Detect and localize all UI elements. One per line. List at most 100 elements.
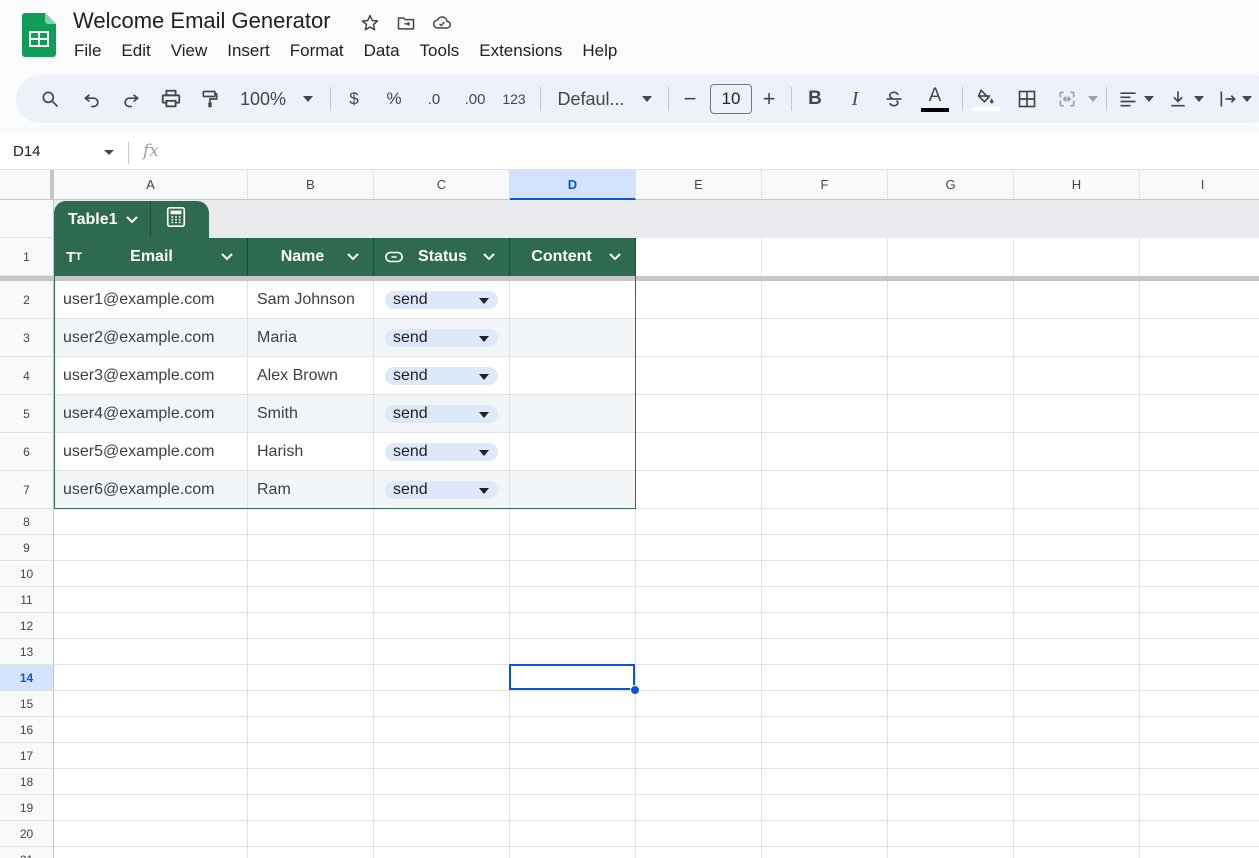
table-cell-name[interactable]: Harish xyxy=(248,433,374,471)
row-header-19[interactable]: 19 xyxy=(0,795,54,821)
decrease-decimal-button[interactable]: .0 xyxy=(420,75,448,123)
select-all-corner[interactable] xyxy=(0,170,54,200)
column-header-e[interactable]: E xyxy=(636,170,762,200)
menu-edit[interactable]: Edit xyxy=(111,38,160,64)
table-header-name[interactable]: Name xyxy=(248,238,374,276)
row-header-14[interactable]: 14 xyxy=(0,665,54,691)
column-header-a[interactable]: A xyxy=(54,170,248,200)
decrease-font-size-button[interactable]: − xyxy=(680,75,700,123)
fill-color-icon[interactable] xyxy=(972,75,1000,123)
table-cell-email[interactable]: user4@example.com xyxy=(54,395,248,433)
table-name[interactable]: Table1 xyxy=(68,211,118,229)
increase-font-size-button[interactable]: + xyxy=(759,75,779,123)
column-header-i[interactable]: I xyxy=(1140,170,1259,200)
zoom-value[interactable]: 100% xyxy=(238,75,288,123)
font-dropdown-icon[interactable] xyxy=(640,75,654,123)
table-cell-content[interactable] xyxy=(510,281,636,319)
table-cell-content[interactable] xyxy=(510,395,636,433)
menu-format[interactable]: Format xyxy=(280,38,354,64)
row-header-13[interactable]: 13 xyxy=(0,639,54,665)
table-header-content[interactable]: Content xyxy=(510,238,636,276)
menu-extensions[interactable]: Extensions xyxy=(469,38,572,64)
status-dropdown-chip[interactable]: send xyxy=(385,481,498,499)
table-cell-content[interactable] xyxy=(510,357,636,395)
row-header-8[interactable]: 8 xyxy=(0,509,54,535)
italic-button[interactable]: I xyxy=(844,75,866,123)
menu-tools[interactable]: Tools xyxy=(410,38,470,64)
row-header-16[interactable]: 16 xyxy=(0,717,54,743)
row-header-21[interactable]: 21 xyxy=(0,847,54,858)
row-header-18[interactable]: 18 xyxy=(0,769,54,795)
text-wrapping-icon[interactable] xyxy=(1216,75,1240,123)
merge-dropdown-icon[interactable] xyxy=(1086,75,1100,123)
borders-icon[interactable] xyxy=(1014,75,1040,123)
status-dropdown-chip[interactable]: send xyxy=(385,291,498,309)
table-header-status[interactable]: Status xyxy=(374,238,510,276)
menu-help[interactable]: Help xyxy=(572,38,627,64)
row-header-20[interactable]: 20 xyxy=(0,821,54,847)
table-cell-email[interactable]: user6@example.com xyxy=(54,471,248,509)
valign-dropdown-icon[interactable] xyxy=(1192,75,1206,123)
table-tab[interactable]: Table1 xyxy=(54,201,209,238)
wrapping-dropdown-icon[interactable] xyxy=(1240,75,1254,123)
number-format-button[interactable]: 123 xyxy=(500,75,528,123)
undo-icon[interactable] xyxy=(78,75,106,123)
row-header-2[interactable]: 2 xyxy=(0,281,54,319)
bold-button[interactable]: B xyxy=(804,75,826,123)
table-cell-email[interactable]: user5@example.com xyxy=(54,433,248,471)
name-box[interactable]: D14 xyxy=(13,143,41,160)
merge-cells-icon[interactable] xyxy=(1054,75,1080,123)
text-color-button[interactable]: A xyxy=(920,75,950,123)
cloud-status-icon[interactable] xyxy=(430,11,454,35)
table-cell-content[interactable] xyxy=(510,319,636,357)
chevron-down-icon[interactable] xyxy=(215,253,239,261)
font-size-input[interactable]: 10 xyxy=(710,84,752,114)
chevron-down-icon[interactable] xyxy=(341,253,365,261)
name-box-dropdown-icon[interactable] xyxy=(104,150,114,155)
column-header-g[interactable]: G xyxy=(888,170,1014,200)
document-title[interactable]: Welcome Email Generator xyxy=(73,8,331,34)
increase-decimal-button[interactable]: .00 xyxy=(460,75,490,123)
table-cell-email[interactable]: user3@example.com xyxy=(54,357,248,395)
column-header-c[interactable]: C xyxy=(374,170,510,200)
currency-format-button[interactable]: $ xyxy=(342,75,366,123)
halign-dropdown-icon[interactable] xyxy=(1142,75,1156,123)
column-header-h[interactable]: H xyxy=(1014,170,1140,200)
column-header-b[interactable]: B xyxy=(248,170,374,200)
formula-input[interactable] xyxy=(175,140,1245,164)
menu-data[interactable]: Data xyxy=(354,38,410,64)
zoom-dropdown-icon[interactable] xyxy=(300,75,316,123)
row-header-4[interactable]: 4 xyxy=(0,357,54,395)
table-header-email[interactable]: TT Email xyxy=(54,238,248,276)
menu-view[interactable]: View xyxy=(161,38,218,64)
table-cell-name[interactable]: Ram xyxy=(248,471,374,509)
table-cell-name[interactable]: Maria xyxy=(248,319,374,357)
move-folder-icon[interactable] xyxy=(394,11,418,35)
table-cell-email[interactable]: user1@example.com xyxy=(54,281,248,319)
status-dropdown-chip[interactable]: send xyxy=(385,329,498,347)
row-header-9[interactable]: 9 xyxy=(0,535,54,561)
table-cell-email[interactable]: user2@example.com xyxy=(54,319,248,357)
spreadsheet-grid[interactable]: A B C D E F G H I 1 2 3 4 5 6 7 8 9 10 1… xyxy=(0,170,1259,858)
row-header-15[interactable]: 15 xyxy=(0,691,54,717)
star-icon[interactable] xyxy=(358,11,382,35)
row-header-10[interactable]: 10 xyxy=(0,561,54,587)
table-cell-name[interactable]: Alex Brown xyxy=(248,357,374,395)
paint-format-icon[interactable] xyxy=(196,75,224,123)
table-cell-name[interactable]: Smith xyxy=(248,395,374,433)
row-header-11[interactable]: 11 xyxy=(0,587,54,613)
menu-insert[interactable]: Insert xyxy=(217,38,280,64)
search-menus-icon[interactable] xyxy=(36,75,64,123)
status-dropdown-chip[interactable]: send xyxy=(385,367,498,385)
redo-icon[interactable] xyxy=(117,75,145,123)
chevron-down-icon[interactable] xyxy=(603,253,627,261)
row-header-12[interactable]: 12 xyxy=(0,613,54,639)
row-header-7[interactable]: 7 xyxy=(0,471,54,509)
row-header-17[interactable]: 17 xyxy=(0,743,54,769)
status-dropdown-chip[interactable]: send xyxy=(385,443,498,461)
fill-handle[interactable] xyxy=(630,685,640,695)
table-cell-name[interactable]: Sam Johnson xyxy=(248,281,374,319)
chevron-down-icon[interactable] xyxy=(477,253,501,261)
sheets-logo-icon[interactable] xyxy=(22,13,56,57)
table-cell-content[interactable] xyxy=(510,433,636,471)
